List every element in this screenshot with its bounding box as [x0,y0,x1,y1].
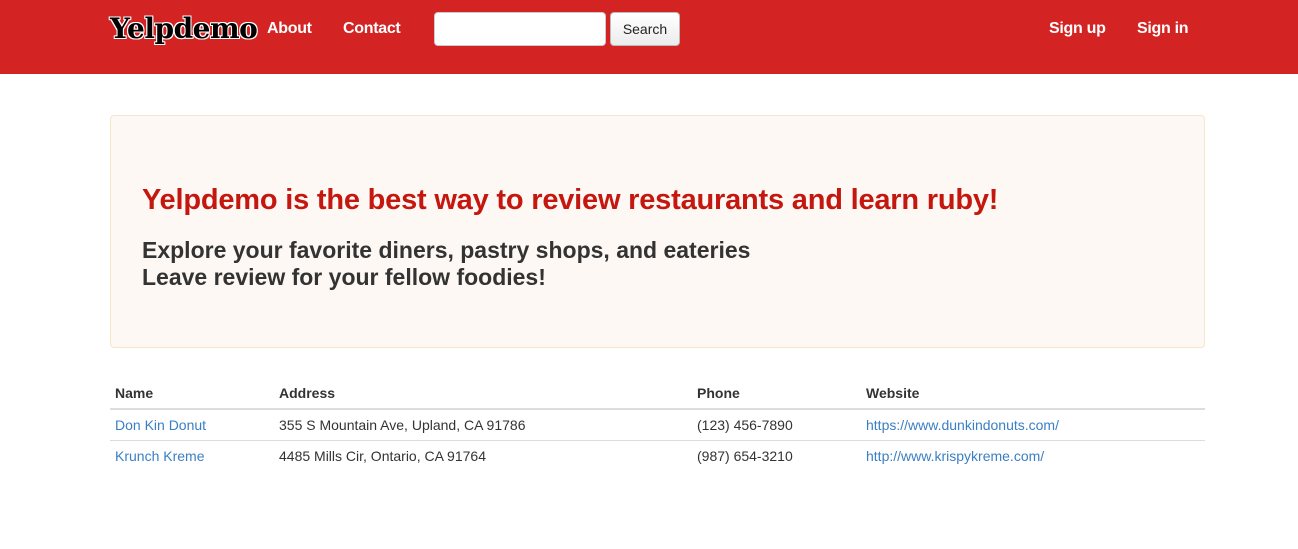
brand-logo[interactable]: Yelpdemo [110,12,258,45]
search-input[interactable] [434,12,606,46]
restaurant-name-cell: Krunch Kreme [110,440,274,471]
table-row: Krunch Kreme 4485 Mills Cir, Ontario, CA… [110,440,1205,471]
restaurant-name-cell: Don Kin Donut [110,409,274,441]
hero-subtitle-line-1: Explore your favorite diners, pastry sho… [142,237,751,263]
restaurant-phone: (123) 456-7890 [692,409,861,441]
restaurant-name-link[interactable]: Don Kin Donut [115,417,206,433]
nav-link-about[interactable]: About [267,20,312,38]
top-navbar: Yelpdemo About Contact Search Sign up Si… [0,0,1298,74]
nav-link-contact[interactable]: Contact [343,20,401,38]
hero-panel: Yelpdemo is the best way to review resta… [110,115,1205,348]
restaurant-address: 355 S Mountain Ave, Upland, CA 91786 [274,409,692,441]
restaurant-name-link[interactable]: Krunch Kreme [115,448,204,464]
restaurant-website-link[interactable]: https://www.dunkindonuts.com/ [866,417,1059,433]
restaurant-phone: (987) 654-3210 [697,447,793,464]
restaurants-table: Name Address Phone Website Don Kin Donut… [110,377,1205,471]
restaurant-website-link[interactable]: http://www.krispykreme.com/ [866,448,1044,464]
column-header-website: Website [861,377,1205,410]
hero-title: Yelpdemo is the best way to review resta… [142,184,999,216]
table-header-row: Name Address Phone Website [110,377,1205,410]
restaurant-address: 4485 Mills Cir, Ontario, CA 91764 [279,447,486,464]
sign-up-link[interactable]: Sign up [1049,20,1106,38]
restaurant-website-cell: http://www.krispykreme.com/ [861,440,1205,471]
column-header-phone: Phone [692,377,861,410]
table-row: Don Kin Donut 355 S Mountain Ave, Upland… [110,409,1205,441]
sign-in-link[interactable]: Sign in [1137,20,1189,38]
search-button[interactable]: Search [610,12,680,46]
hero-subtitle-line-2: Leave review for your fellow foodies! [142,264,546,290]
restaurant-website-cell: https://www.dunkindonuts.com/ [861,409,1205,441]
column-header-address: Address [274,377,692,410]
column-header-name: Name [110,377,274,410]
